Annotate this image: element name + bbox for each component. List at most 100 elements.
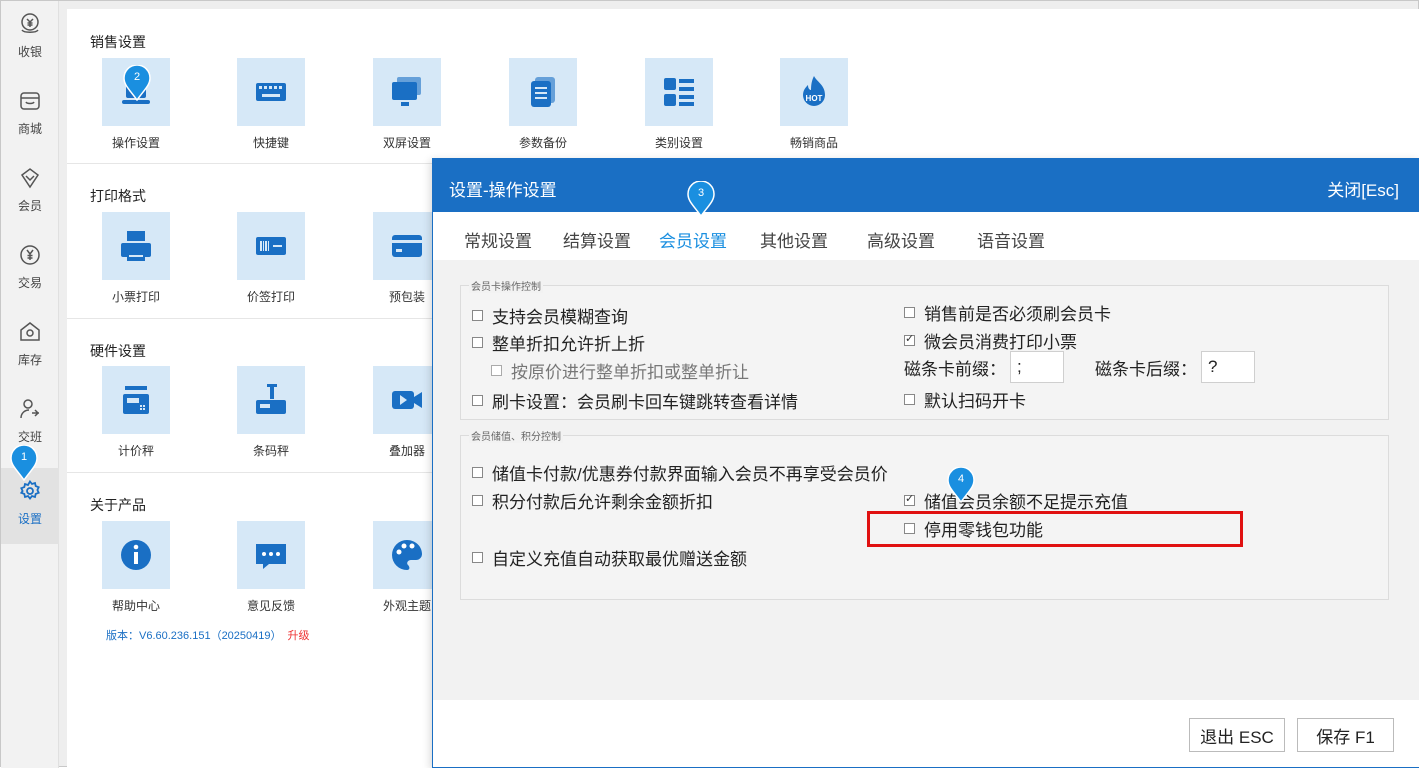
checkbox[interactable] [472,467,483,478]
save-button[interactable]: 保存 F1 [1297,718,1394,752]
member-icon [17,165,43,191]
field-stripe-suffix: 磁条卡后缀： [1095,351,1255,383]
tile-hot-products[interactable]: HOT 畅销商品 [764,58,864,151]
nav-item-store[interactable]: 商城 [1,78,59,154]
exit-button[interactable]: 退出 ESC [1189,718,1285,752]
tile-label: 类别设置 [654,136,703,150]
hot-flame-icon: HOT [780,58,848,126]
option-wechat-member-receipt[interactable]: 微会员消费打印小票 [904,328,1077,353]
nav-label: 交易 [17,276,42,290]
checkbox[interactable] [904,394,915,405]
tile-feedback[interactable]: 意见反馈 [221,521,321,614]
tile-label: 意见反馈 [246,599,295,613]
keyboard-icon [237,58,305,126]
option-card-swipe-enter[interactable]: 刷卡设置：会员刷卡回车键跳转查看详情 [472,388,798,413]
nav-label: 库存 [17,353,42,367]
store-icon [17,88,43,114]
tile-label: 畅销商品 [789,136,838,150]
checkbox[interactable] [472,495,483,506]
category-icon [645,58,713,126]
nav-label: 收银 [17,45,42,59]
barcode-scale-icon [237,366,305,434]
option-label: 积分付款后允许剩余金额折扣 [492,493,713,512]
package-icon [373,212,441,280]
checkbox[interactable] [904,332,915,346]
tab-voice[interactable]: 语音设置 [977,227,1045,252]
checkbox[interactable] [491,365,502,376]
yuan-icon [17,242,43,268]
tab-other[interactable]: 其他设置 [760,227,828,252]
tile-category-settings[interactable]: 类别设置 [629,58,729,151]
option-no-member-price[interactable]: 储值卡付款/优惠券付款界面输入会员不再享受会员价 [472,460,888,485]
tile-label: 条码秤 [252,444,289,458]
tab-checkout[interactable]: 结算设置 [563,227,631,252]
tile-label: 操作设置 [111,136,160,150]
highlight-box [867,511,1243,547]
section-title-about: 关于产品 [90,497,146,513]
tile-price-scale[interactable]: 计价秤 [86,366,186,459]
option-points-remaining-discount[interactable]: 积分付款后允许剩余金额折扣 [472,488,713,513]
tile-label: 小票打印 [111,290,160,304]
tile-param-backup[interactable]: 参数备份 [493,58,593,151]
tile-shortcut-keys[interactable]: 快捷键 [221,58,321,151]
checkbox[interactable] [904,307,915,318]
hot-label: HOT [806,94,823,103]
left-nav: 收银 商城 会员 交易 库存 交班 设置 [1,1,59,768]
checkbox[interactable] [472,310,483,321]
price-tag-icon [237,212,305,280]
option-stacked-discount[interactable]: 整单折扣允许折上折 [472,330,645,355]
checkbox[interactable] [904,492,915,506]
tab-general[interactable]: 常规设置 [464,227,532,252]
checkbox[interactable] [472,552,483,563]
option-original-price-discount[interactable]: 按原价进行整单折扣或整单折让 [491,358,749,383]
nav-item-cashier[interactable]: 收银 [1,1,59,77]
tile-label: 双屏设置 [382,136,431,150]
group-legend: 会员卡操作控制 [469,278,543,293]
nav-item-inventory[interactable]: 库存 [1,309,59,385]
tile-help-center[interactable]: 帮助中心 [86,521,186,614]
version-info: 版本：V6.60.236.151（20250419） 升级 [106,627,310,643]
shift-icon [17,396,43,422]
nav-label: 商城 [17,122,42,136]
tile-label: 快捷键 [252,136,289,150]
version-text: 版本：V6.60.236.151（20250419） [106,630,282,642]
option-label: 销售前是否必须刷会员卡 [924,305,1111,324]
option-label: 按原价进行整单折扣或整单折让 [511,363,749,382]
option-require-member-card[interactable]: 销售前是否必须刷会员卡 [904,300,1111,325]
option-auto-best-bonus[interactable]: 自定义充值自动获取最优赠送金额 [472,545,747,570]
option-low-balance-prompt[interactable]: 储值会员余额不足提示充值 [904,488,1128,513]
checkbox[interactable] [472,395,483,406]
nav-item-transaction[interactable]: 交易 [1,232,59,308]
chat-bubble-icon [237,521,305,589]
badge-number: 4 [957,473,965,485]
video-camera-icon [373,366,441,434]
suffix-input[interactable] [1201,351,1255,383]
nav-label: 设置 [17,512,42,526]
tab-advanced[interactable]: 高级设置 [867,227,935,252]
upgrade-link[interactable]: 升级 [288,630,310,642]
dual-screen-icon [373,58,441,126]
nav-label: 会员 [17,199,42,213]
operation-settings-dialog: 设置-操作设置 关闭[Esc] 常规设置 结算设置 会员设置 其他设置 高级设置… [432,158,1419,768]
tile-dual-screen[interactable]: 双屏设置 [357,58,457,151]
checkbox[interactable] [472,337,483,348]
gear-icon [17,478,43,504]
dialog-close-button[interactable]: 关闭[Esc] [1327,176,1399,201]
option-default-scan-open-card[interactable]: 默认扫码开卡 [904,387,1026,412]
option-label: 刷卡设置：会员刷卡回车键跳转查看详情 [492,393,798,412]
nav-label: 交班 [17,430,42,444]
tile-barcode-scale[interactable]: 条码秤 [221,366,321,459]
section-title-hardware: 硬件设置 [90,343,146,359]
tile-receipt-print[interactable]: 小票打印 [86,212,186,305]
palette-icon [373,521,441,589]
app-window: 收银 商城 会员 交易 库存 交班 设置 销售设置 操作设置 快捷键 双屏设置 … [0,0,1419,768]
option-label: 默认扫码开卡 [924,392,1026,411]
section-divider [67,472,437,473]
tab-member[interactable]: 会员设置 [659,227,727,252]
prefix-input[interactable] [1010,351,1064,383]
tile-price-tag-print[interactable]: 价签打印 [221,212,321,305]
field-stripe-prefix: 磁条卡前缀： [904,351,1064,383]
option-fuzzy-search[interactable]: 支持会员模糊查询 [472,303,628,328]
badge-number: 1 [20,451,28,463]
nav-item-member[interactable]: 会员 [1,155,59,231]
